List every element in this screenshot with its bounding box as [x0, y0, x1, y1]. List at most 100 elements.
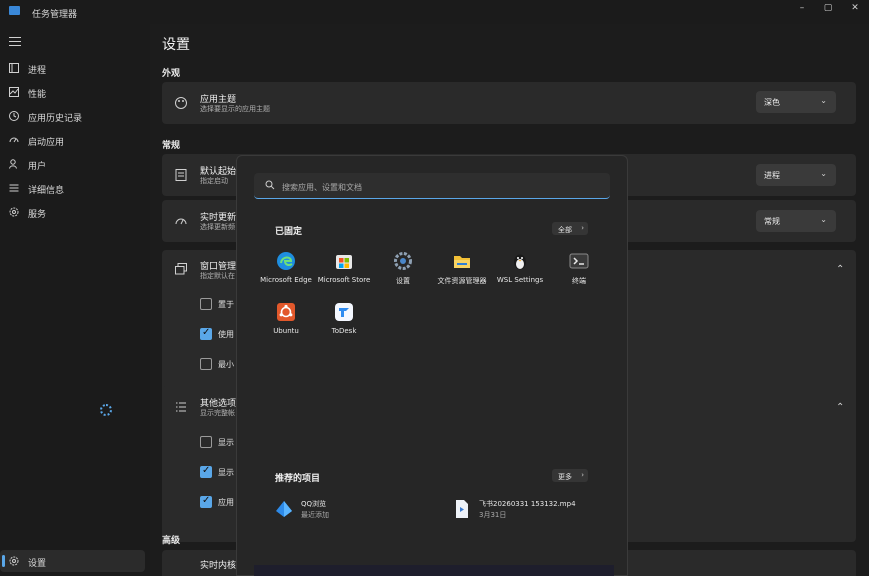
app-label: 终端	[572, 277, 586, 285]
folder-icon	[454, 256, 470, 268]
recommended-item-title: QQ浏览	[301, 500, 327, 508]
close-button[interactable]: ✕	[841, 2, 869, 14]
minimize-button[interactable]: –	[788, 2, 816, 14]
app-label: 设置	[396, 277, 410, 285]
pinned-app-terminal[interactable]: 终端	[546, 251, 612, 297]
checkbox[interactable]	[200, 465, 212, 478]
title-bar: 任务管理器 – ▢ ✕	[0, 0, 869, 24]
history-icon	[9, 111, 19, 121]
sidebar-item-settings[interactable]: 设置	[0, 550, 145, 572]
pinned-app-file-explorer[interactable]: 文件资源管理器	[429, 251, 495, 297]
search-icon	[265, 180, 275, 190]
users-icon	[9, 159, 17, 169]
list-icon	[176, 402, 186, 412]
recommended-item-subtitle: 3月31日	[479, 511, 507, 519]
checkbox-label: 显示	[218, 468, 234, 477]
theme-value: 深色	[764, 98, 780, 107]
todesk-icon	[335, 303, 353, 321]
task-manager-icon	[9, 6, 20, 15]
sidebar-item-processes[interactable]: 进程	[0, 57, 145, 79]
checkbox[interactable]	[200, 298, 212, 310]
sidebar-item-services[interactable]: 服务	[0, 201, 145, 223]
chevron-down-icon: ⌄	[820, 169, 827, 178]
start-menu-footer	[254, 565, 614, 576]
checkbox-label: 使用	[218, 330, 234, 339]
ubuntu-icon	[277, 303, 295, 321]
section-appearance: 外观	[162, 69, 181, 79]
sidebar-item-label: 性能	[28, 90, 47, 100]
all-apps-button[interactable]: 全部 ›	[552, 222, 588, 235]
checkbox-label: 置于	[218, 300, 234, 309]
sidebar-item-details[interactable]: 详细信息	[0, 177, 145, 199]
settings-gear-icon	[394, 252, 412, 270]
more-button[interactable]: 更多 ›	[552, 469, 588, 482]
app-label: Microsoft Edge	[260, 276, 312, 284]
checkbox[interactable]	[200, 358, 212, 370]
app-label: Ubuntu	[273, 327, 299, 335]
checkbox-label: 显示	[218, 438, 234, 447]
sidebar-item-label: 详细信息	[28, 186, 65, 196]
section-advanced: 高级	[162, 536, 181, 546]
app-label: WSL Settings	[496, 276, 544, 284]
all-apps-label: 全部	[558, 226, 572, 234]
checkbox-label: 应用	[218, 498, 234, 507]
more-label: 更多	[558, 473, 572, 481]
pinned-app-edge[interactable]: Microsoft Edge	[253, 251, 319, 297]
start-search-box[interactable]: 搜索应用、设置和文档	[254, 173, 610, 199]
speedometer-icon	[9, 137, 19, 143]
pinned-app-ubuntu[interactable]: Ubuntu	[253, 302, 319, 348]
sidebar-item-label: 设置	[28, 559, 47, 569]
theme-subtitle: 选择要显示的应用主题	[200, 105, 270, 113]
recommended-item-title: 飞书20260331 153132.mp4	[479, 500, 576, 508]
pinned-title: 已固定	[275, 227, 303, 237]
recommended-item[interactable]: 飞书20260331 153132.mp4 3月31日	[453, 497, 613, 523]
pinned-app-wsl-settings[interactable]: WSL Settings	[487, 251, 553, 297]
update-speed-value: 常规	[764, 217, 780, 226]
windows-icon	[175, 263, 187, 275]
processes-icon	[9, 63, 19, 73]
window-management-subtitle: 指定默认在	[200, 272, 235, 280]
checkbox[interactable]	[200, 436, 212, 448]
collapse-chevron-icon[interactable]: ⌃	[836, 402, 844, 413]
pinned-app-store[interactable]: Microsoft Store	[311, 251, 377, 297]
pinned-app-settings[interactable]: 设置	[370, 251, 436, 297]
sidebar-item-startup-apps[interactable]: 启动应用	[0, 129, 145, 151]
chevron-right-icon: ›	[581, 224, 584, 232]
default-page-subtitle: 指定启动	[200, 177, 228, 185]
app-label: Microsoft Store	[317, 276, 371, 284]
checkbox[interactable]	[200, 495, 212, 508]
update-speed-dropdown[interactable]: 常规 ⌄	[756, 210, 836, 232]
video-file-icon	[456, 500, 468, 518]
realtime-kernel-title: 实时内核	[200, 561, 237, 571]
sidebar-item-label: 用户	[28, 162, 47, 172]
services-gear-icon	[9, 207, 19, 217]
collapse-chevron-icon[interactable]: ⌃	[836, 264, 844, 275]
palette-icon	[175, 97, 187, 109]
details-list-icon	[9, 184, 19, 192]
performance-icon	[9, 87, 19, 97]
recommended-item[interactable]: QQ浏览 最近添加	[275, 497, 435, 523]
sidebar-item-users[interactable]: 用户	[0, 153, 145, 175]
checkbox-label: 最小	[218, 360, 234, 369]
page-title: 设置	[162, 37, 190, 53]
edge-icon	[277, 252, 295, 270]
sidebar-item-app-history[interactable]: 应用历史记录	[0, 105, 145, 127]
store-icon	[336, 255, 352, 269]
theme-dropdown[interactable]: 深色 ⌄	[756, 91, 836, 113]
other-options-subtitle: 显示完整帐	[200, 409, 235, 417]
sidebar-item-label: 启动应用	[28, 138, 65, 148]
default-page-value: 进程	[764, 171, 780, 180]
theme-card: 应用主题 选择要显示的应用主题 深色 ⌄	[162, 82, 856, 124]
sidebar-item-performance[interactable]: 性能	[0, 81, 145, 103]
section-general: 常规	[162, 141, 181, 151]
chevron-down-icon: ⌄	[820, 96, 827, 105]
maximize-button[interactable]: ▢	[814, 2, 842, 14]
checkbox[interactable]	[200, 327, 212, 340]
default-page-dropdown[interactable]: 进程 ⌄	[756, 164, 836, 186]
settings-gear-icon	[9, 556, 19, 566]
loading-spinner-icon	[100, 404, 112, 416]
app-label: 文件资源管理器	[437, 277, 487, 285]
pinned-app-todesk[interactable]: ToDesk	[311, 302, 377, 348]
window-title: 任务管理器	[32, 10, 78, 20]
hamburger-menu-icon[interactable]	[9, 37, 21, 47]
